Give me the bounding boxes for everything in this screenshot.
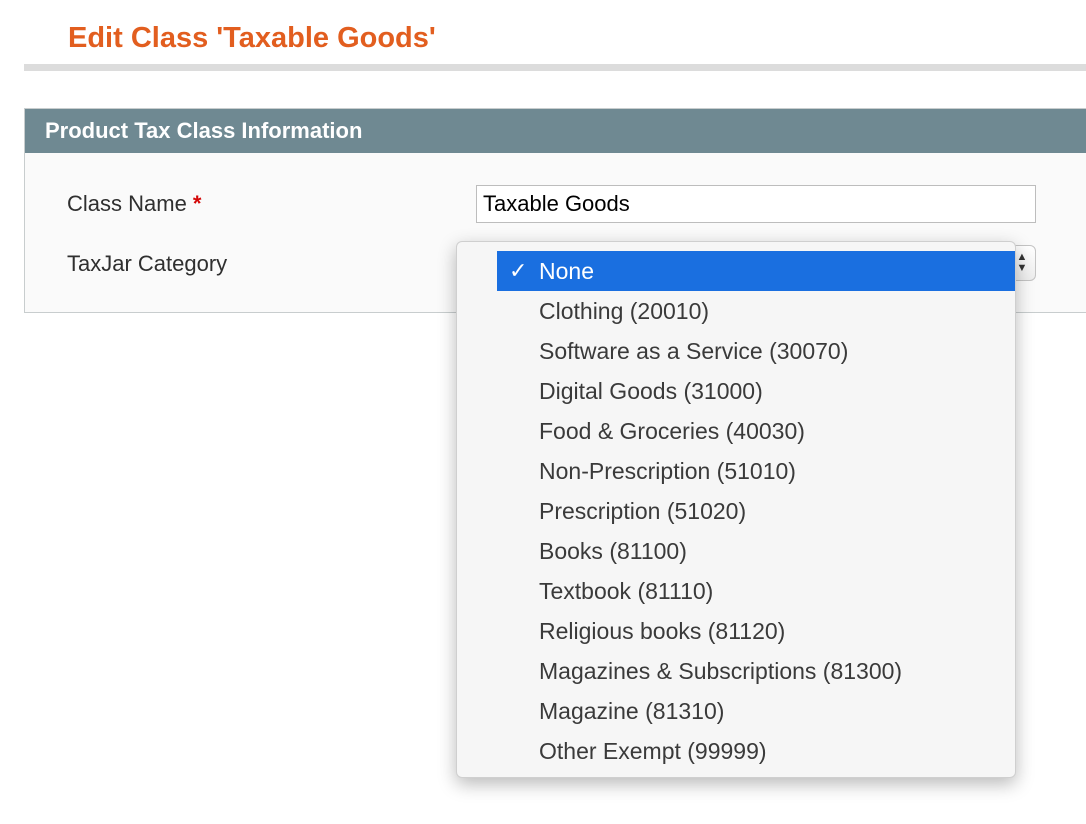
dropdown-option-label: Digital Goods (31000) — [539, 378, 763, 404]
dropdown-option-label: Magazine (81310) — [539, 698, 725, 724]
dropdown-option[interactable]: Magazine (81310) — [497, 691, 1015, 731]
dropdown-option-label: Software as a Service (30070) — [539, 338, 849, 364]
dropdown-option[interactable]: Other Exempt (99999) — [497, 731, 1015, 771]
page-title: Edit Class 'Taxable Goods' — [68, 22, 436, 54]
select-arrows-icon: ▲ ▼ — [1016, 251, 1028, 274]
dropdown-option[interactable]: ✓ None — [497, 251, 1015, 291]
dropdown-option-label: Religious books (81120) — [539, 618, 786, 644]
dropdown-option[interactable]: Religious books (81120) — [497, 611, 1015, 651]
dropdown-option[interactable]: Prescription (51020) — [497, 491, 1015, 531]
taxjar-category-label: TaxJar Category — [67, 251, 228, 276]
checkmark-icon: ✓ — [509, 258, 528, 283]
edit-tax-class-page: Edit Class 'Taxable Goods' Product Tax C… — [0, 0, 1086, 824]
required-asterisk: * — [192, 191, 202, 216]
dropdown-option-label: Magazines & Subscriptions (81300) — [539, 658, 903, 684]
dropdown-option[interactable]: Clothing (20010) — [497, 291, 1015, 331]
dropdown-option-label: Food & Groceries (40030) — [539, 418, 805, 444]
dropdown-option[interactable]: Non-Prescription (51010) — [497, 451, 1015, 491]
fieldset-header: Product Tax Class Information — [25, 109, 1086, 153]
class-name-label-text: Class Name — [67, 191, 187, 216]
dropdown-option[interactable]: Textbook (81110) — [497, 571, 1015, 611]
taxjar-category-dropdown: ✓ None Clothing (20010) Software as a Servi… — [456, 241, 1016, 778]
dropdown-option-label: Other Exempt (99999) — [539, 738, 767, 764]
dropdown-option-label: Books (81100) — [539, 538, 687, 564]
class-name-label: Class Name * — [67, 189, 201, 219]
dropdown-option[interactable]: Software as a Service (30070) — [497, 331, 1015, 371]
dropdown-option[interactable]: Magazines & Subscriptions (81300) — [497, 651, 1015, 691]
dropdown-option-label: Textbook (81110) — [539, 578, 714, 604]
dropdown-option-label: Non-Prescription (51010) — [539, 458, 796, 484]
dropdown-option[interactable]: Digital Goods (31000) — [497, 371, 1015, 411]
dropdown-option-label: Prescription (51020) — [539, 498, 747, 524]
dropdown-option[interactable]: Food & Groceries (40030) — [497, 411, 1015, 451]
dropdown-option-label: None — [539, 258, 594, 284]
title-divider — [24, 64, 1086, 71]
class-name-input[interactable] — [476, 185, 1036, 223]
dropdown-option-label: Clothing (20010) — [539, 298, 710, 324]
dropdown-option[interactable]: Books (81100) — [497, 531, 1015, 571]
